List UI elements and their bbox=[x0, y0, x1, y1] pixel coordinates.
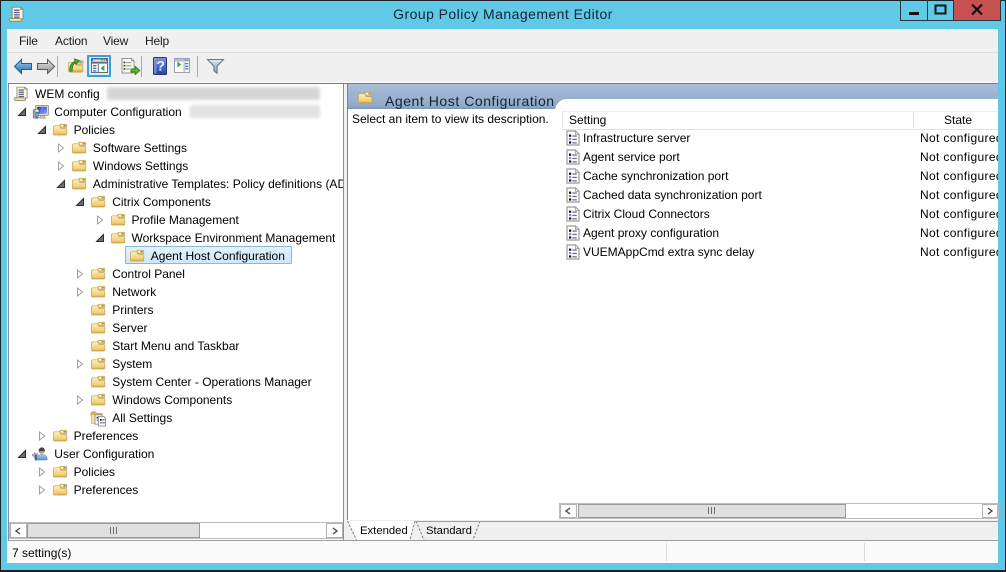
svg-text:?: ? bbox=[156, 58, 165, 74]
